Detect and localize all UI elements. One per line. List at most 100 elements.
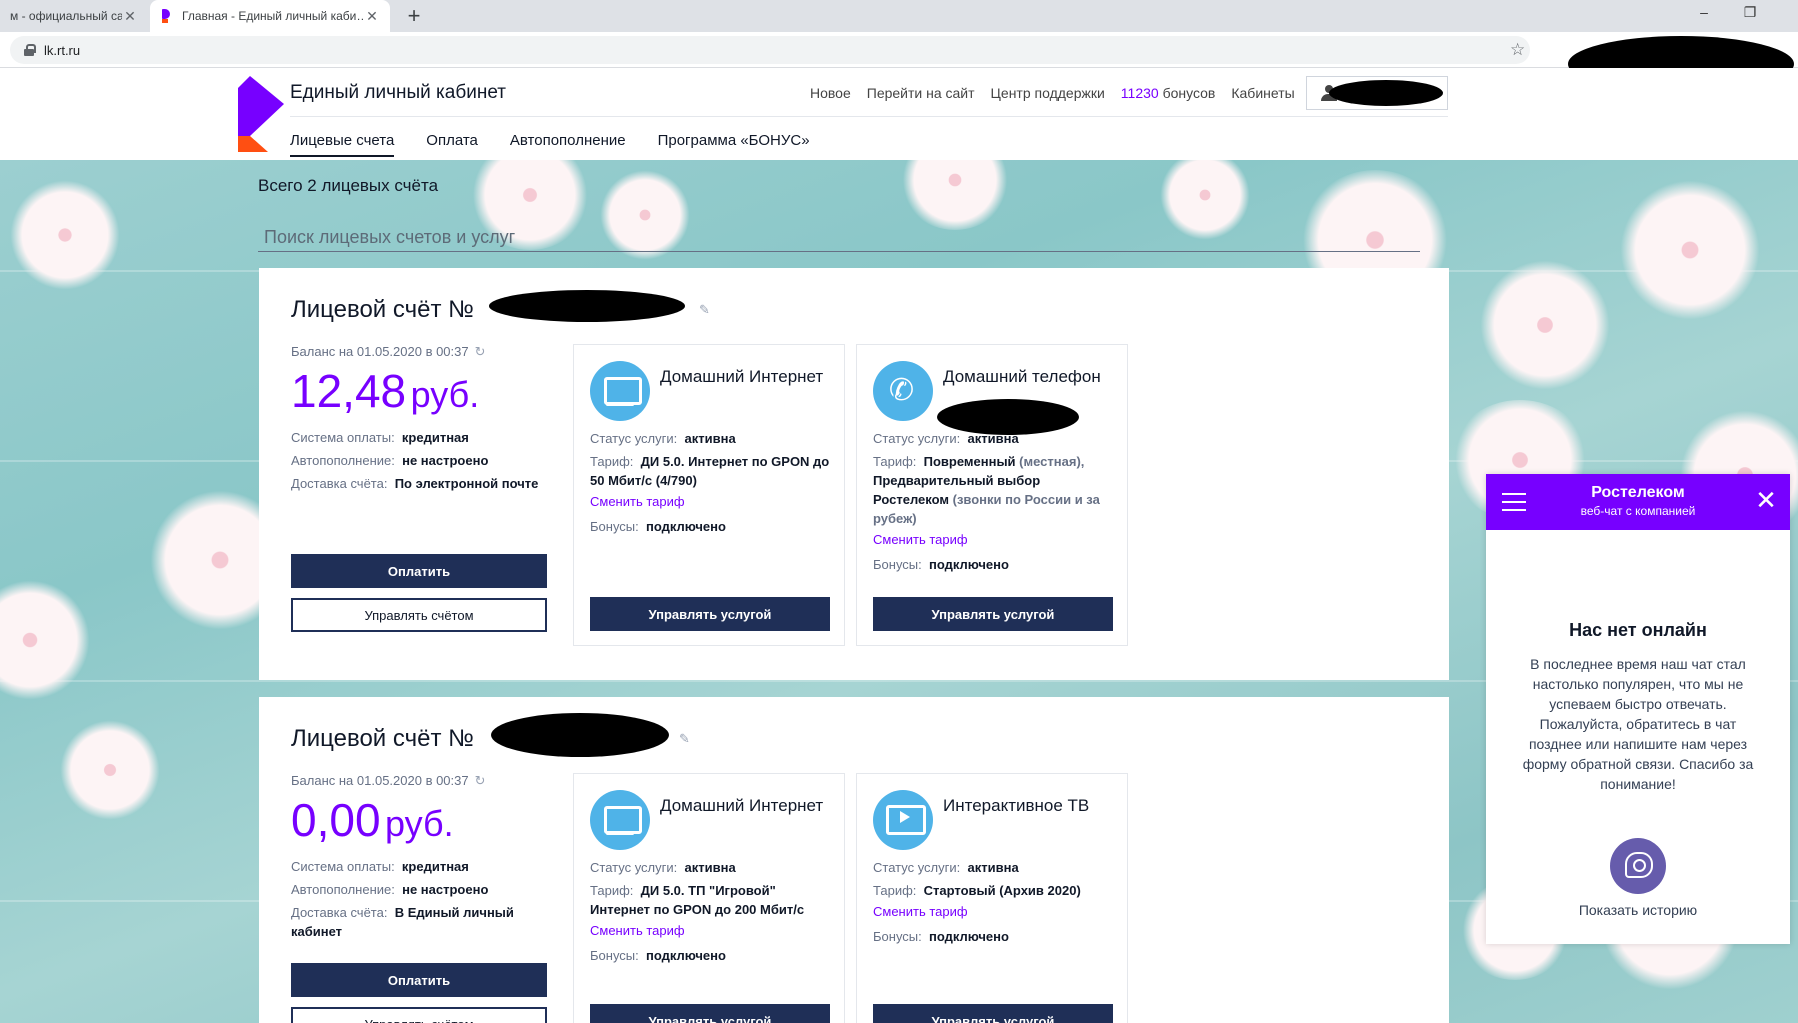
service-tariff: Тариф: Стартовый (Архив 2020) [873,883,1081,898]
service-bonus: Бонусы: подключено [590,948,726,963]
manage-service-button[interactable]: Управлять услугой [590,1004,830,1023]
accounts-total: Всего 2 лицевых счёта [258,176,439,195]
internet-monitor-icon [590,790,650,850]
refresh-icon[interactable]: ↻ [475,773,486,788]
service-bonus: Бонусы: подключено [873,929,1009,944]
balance-date: Баланс на 01.05.2020 в 00:37 ↻ [291,344,486,360]
refresh-icon[interactable]: ↻ [475,344,486,359]
tab-autopay[interactable]: Автопополнение [510,132,626,157]
balance-currency: руб. [410,374,480,415]
lock-icon [24,44,36,56]
chat-offline-text: В последнее время наш чат стал настолько… [1522,656,1754,792]
balance-value: 12,48 [291,365,407,417]
search-input[interactable] [258,224,1420,252]
service-status: Статус услуги: активна [873,860,1019,875]
balance-amount: 0,00 руб. [291,793,454,847]
account-card: Лицевой счёт № ✎ Баланс на 01.05.2020 в … [259,268,1449,680]
service-bonus: Бонусы: подключено [590,519,726,534]
balance-date: Баланс на 01.05.2020 в 00:37 ↻ [291,773,486,789]
service-status: Статус услуги: активна [590,431,736,446]
service-tariff: Тариф: Повременный (местная), Предварите… [873,454,1100,526]
url-text: lk.rt.ru [44,42,81,58]
payment-system: Система оплаты: кредитная [291,859,469,874]
tab-close-icon[interactable]: ✕ [122,8,138,25]
close-icon[interactable]: ✕ [1752,486,1780,514]
change-tariff-link[interactable]: Сменить тариф [873,532,968,547]
service-card-internet: Домашний Интернет Статус услуги: активна… [573,773,845,1023]
service-tariff: Тариф: ДИ 5.0. ТП "Игровой" Интернет по … [590,883,805,917]
manage-account-button[interactable]: Управлять счётом [291,598,547,632]
chat-subtitle: веб-чат с компанией [1580,504,1696,518]
bonus-count: 11230 [1120,85,1159,101]
manage-account-button[interactable]: Управлять счётом [291,1007,547,1023]
delivery-method: Доставка счёта: По электронной почте [291,476,539,491]
service-card-internet: Домашний Интернет Статус услуги: активна… [573,344,845,646]
top-nav: Новое Перейти на сайт Центр поддержки 11… [810,85,1295,101]
service-name: Интерактивное ТВ [943,796,1090,815]
redacted-account-number [491,713,669,757]
change-tariff-link[interactable]: Сменить тариф [873,904,968,919]
change-tariff-link[interactable]: Сменить тариф [590,494,685,509]
url-field[interactable]: lk.rt.ru [10,36,1530,64]
phone-icon: ✆ [873,361,933,421]
service-status: Статус услуги: активна [873,431,1019,446]
browser-tab-active[interactable]: Главная - Единый личный каби… ✕ [150,0,390,32]
nav-link-cabinets[interactable]: Кабинеты [1231,85,1294,101]
favicon-icon [160,9,174,23]
section-tabs: Лицевые счета Оплата Автопополнение Прог… [290,132,810,157]
manage-service-button[interactable]: Управлять услугой [873,1004,1113,1023]
balance-amount: 12,48 руб. [291,364,479,418]
tab-close-icon[interactable]: ✕ [364,8,380,25]
header-divider [290,116,1448,117]
tab-title: Главная - Единый личный каби… [182,9,364,23]
autopay-status: Автопополнение: не настроено [291,882,489,897]
address-bar: lk.rt.ru ☆ [0,32,1798,92]
service-name: Домашний Интернет [660,796,824,815]
change-tariff-link[interactable]: Сменить тариф [590,923,685,938]
chat-offline-title: Нас нет онлайн [1569,620,1707,640]
maximize-button[interactable]: ❐ [1730,4,1770,21]
new-tab-button[interactable]: + [400,3,428,29]
rostelecom-logo[interactable] [238,76,288,152]
site-header: Единый личный кабинет Новое Перейти на с… [0,68,1798,160]
nav-link-site[interactable]: Перейти на сайт [867,85,975,101]
balance-date-text: Баланс на 01.05.2020 в 00:37 [291,344,469,359]
minimize-button[interactable]: – [1684,4,1724,20]
nav-link-new[interactable]: Новое [810,85,851,101]
tab-bonus-program[interactable]: Программа «БОНУС» [658,132,810,157]
edit-icon[interactable]: ✎ [679,731,693,746]
redacted-account-number [489,290,685,322]
balance-value: 0,00 [291,794,381,846]
internet-monitor-icon [590,361,650,421]
chat-title: Ростелеком [1591,484,1685,501]
profile-button[interactable] [1306,76,1448,110]
service-card-phone: ✆ Домашний телефон Статус услуги: активн… [856,344,1128,646]
nav-link-bonus[interactable]: 11230 бонусов [1121,85,1216,101]
tab-accounts[interactable]: Лицевые счета [290,132,395,157]
manage-service-button[interactable]: Управлять услугой [873,597,1113,631]
edit-icon[interactable]: ✎ [699,302,713,317]
payment-system: Система оплаты: кредитная [291,430,469,445]
account-title: Лицевой счёт № [291,296,474,323]
account-title: Лицевой счёт № [291,725,474,752]
pay-button[interactable]: Оплатить [291,963,547,997]
service-tariff: Тариф: ДИ 5.0. Интернет по GPON до 50 Мб… [590,454,830,488]
viber-icon[interactable] [1610,838,1666,894]
service-bonus: Бонусы: подключено [873,557,1009,572]
service-name: Домашний Интернет [660,367,824,386]
manage-service-button[interactable]: Управлять услугой [590,597,830,631]
browser-tab-bar: м - официальный са… ✕ Главная - Единый л… [0,0,1798,32]
delivery-method: Доставка счёта: В Единый личный кабинет [291,905,514,939]
pay-button[interactable]: Оплатить [291,554,547,588]
tab-payment[interactable]: Оплата [426,132,478,157]
nav-link-support[interactable]: Центр поддержки [991,85,1105,101]
autopay-status: Автопополнение: не настроено [291,453,489,468]
brand-title[interactable]: Единый личный кабинет [290,82,506,104]
tv-play-icon [873,790,933,850]
chat-header: Ростелеком веб-чат с компанией ✕ [1486,474,1790,530]
balance-date-text: Баланс на 01.05.2020 в 00:37 [291,773,469,788]
browser-tab[interactable]: м - официальный са… ✕ [0,0,148,32]
service-status: Статус услуги: активна [590,860,736,875]
bookmark-star-icon[interactable]: ☆ [1510,40,1525,60]
show-history-link[interactable]: Показать историю [1486,902,1790,918]
